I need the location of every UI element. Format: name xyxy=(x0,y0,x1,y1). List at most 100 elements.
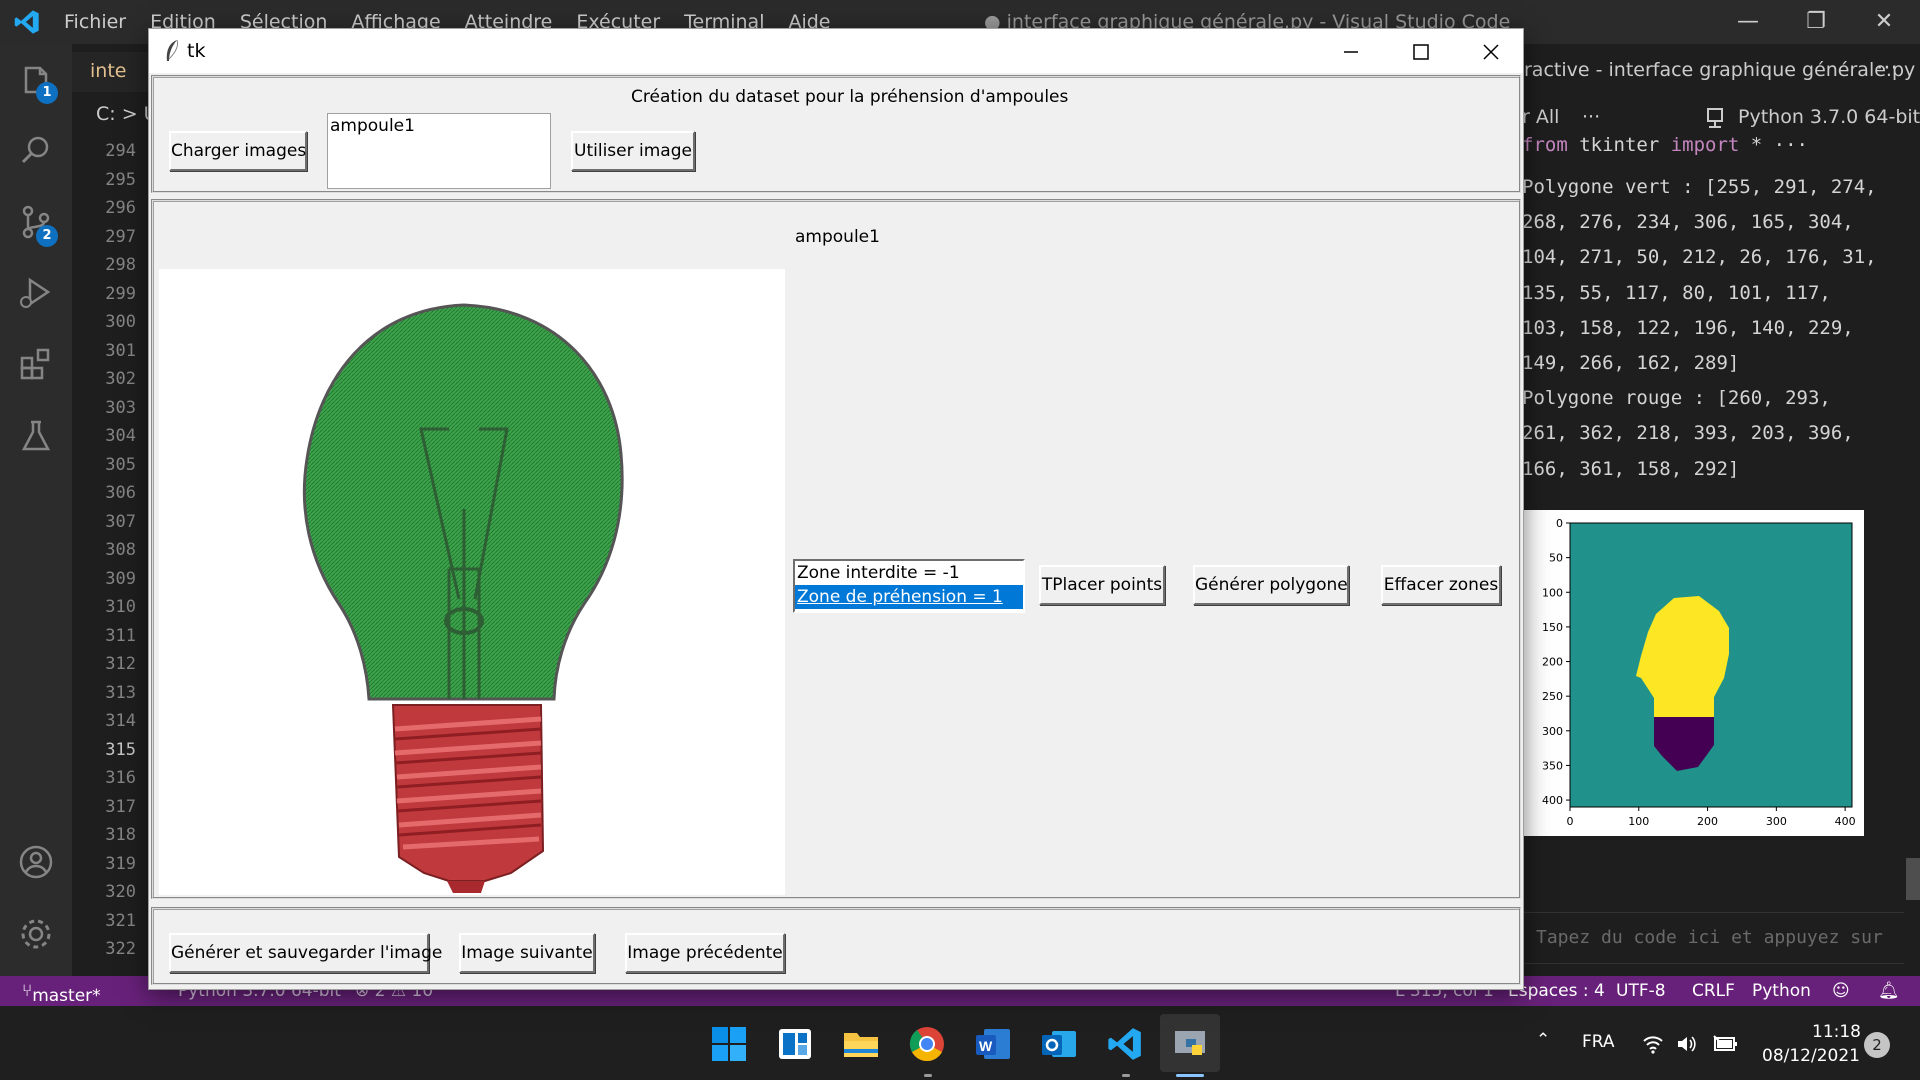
tk-minimize-icon[interactable] xyxy=(1329,37,1373,67)
line-number: 303 xyxy=(105,397,136,418)
zone-listbox[interactable]: Zone interdite = -1 Zone de préhension =… xyxy=(793,559,1025,613)
menu-fichier[interactable]: Fichier xyxy=(64,11,126,33)
encoding-status[interactable]: UTF-8 xyxy=(1616,981,1666,1001)
output-line: 103, 158, 122, 196, 140, 229, xyxy=(1522,316,1854,339)
y-tick-label: 250 xyxy=(1542,690,1563,703)
y-tick-label: 100 xyxy=(1542,586,1563,599)
zone-option-grasp[interactable]: Zone de préhension = 1 xyxy=(795,585,1023,609)
settings-gear-icon[interactable] xyxy=(16,914,56,954)
widgets-icon[interactable] xyxy=(776,1025,814,1063)
run-debug-icon[interactable] xyxy=(16,272,56,312)
output-line: 135, 55, 117, 80, 101, 117, xyxy=(1522,281,1831,304)
activity-bar: 1 2 xyxy=(0,44,72,976)
image-name-entry[interactable]: ampoule1 xyxy=(327,113,551,189)
zone-option-forbidden[interactable]: Zone interdite = -1 xyxy=(795,561,1023,585)
vscode-taskbar-icon[interactable] xyxy=(1106,1025,1144,1063)
output-line: 149, 266, 162, 289] xyxy=(1522,352,1740,374)
search-icon[interactable] xyxy=(16,130,56,170)
language-indicator[interactable]: FRA xyxy=(1582,1032,1615,1052)
tk-maximize-icon[interactable] xyxy=(1399,37,1443,67)
output-line: 261, 362, 218, 393, 203, 396, xyxy=(1522,422,1854,445)
image-canvas[interactable] xyxy=(159,269,785,895)
feedback-icon[interactable]: ☺ xyxy=(1832,981,1850,1001)
taskbar: W ⌃ FRA 11:18 08/12/2021 2 xyxy=(0,1006,1920,1080)
account-icon[interactable] xyxy=(16,842,56,882)
restore-icon[interactable]: ❐ xyxy=(1786,6,1846,38)
word-icon[interactable]: W xyxy=(974,1025,1012,1063)
input-placeholder: Tapez du code ici et appuyez sur xyxy=(1536,927,1883,948)
scrollbar-thumb[interactable] xyxy=(1906,858,1920,900)
kernel-icon xyxy=(1707,108,1723,128)
generate-polygon-button[interactable]: Générer polygone xyxy=(1193,565,1349,605)
line-number: 311 xyxy=(105,625,136,646)
line-number: 312 xyxy=(105,654,136,674)
python-tk-icon[interactable] xyxy=(1172,1025,1210,1063)
tk-title: tk xyxy=(187,40,206,62)
clock-time[interactable]: 11:18 xyxy=(1812,1022,1861,1042)
clear-zones-button[interactable]: Effacer zones xyxy=(1381,565,1501,605)
kernel-label[interactable]: Python 3.7.0 64-bit xyxy=(1738,106,1920,128)
editor-tab-label: inte xyxy=(90,60,127,82)
language-status[interactable]: Python xyxy=(1752,981,1811,1001)
extensions-icon[interactable] xyxy=(16,344,56,384)
notifications-bell-icon[interactable]: 🔔︎ xyxy=(1878,981,1900,1001)
volume-icon[interactable] xyxy=(1676,1034,1698,1054)
run-all-button[interactable]: r All xyxy=(1522,106,1559,128)
line-number: 322 xyxy=(105,939,136,959)
place-points-button[interactable]: TPlacer points xyxy=(1039,565,1165,605)
file-explorer-icon[interactable] xyxy=(842,1025,880,1063)
interactive-input-box[interactable]: Tapez du code ici et appuyez sur xyxy=(1524,912,1904,964)
next-image-button[interactable]: Image suivante xyxy=(459,933,595,973)
y-tick-label: 200 xyxy=(1542,656,1563,669)
line-number: 307 xyxy=(105,511,136,532)
bulb-image xyxy=(302,303,624,893)
output-line: 104, 271, 50, 212, 26, 176, 31, xyxy=(1522,246,1877,269)
line-number: 298 xyxy=(105,255,136,275)
outlook-icon[interactable] xyxy=(1040,1025,1078,1063)
y-tick-label: 300 xyxy=(1542,725,1563,738)
x-tick-label: 0 xyxy=(1567,815,1574,828)
previous-image-button[interactable]: Image précédente xyxy=(625,933,785,973)
use-image-button[interactable]: Utiliser image xyxy=(571,131,695,171)
notification-count-badge[interactable]: 2 xyxy=(1864,1032,1890,1058)
line-number: 313 xyxy=(105,682,136,703)
testing-icon[interactable] xyxy=(16,416,56,456)
x-tick-label: 100 xyxy=(1628,815,1649,828)
line-number: 297 xyxy=(105,226,136,247)
line-number: 295 xyxy=(105,169,136,190)
load-images-button[interactable]: Charger images xyxy=(169,131,307,171)
tk-titlebar[interactable]: tk xyxy=(149,29,1523,73)
generate-save-button[interactable]: Générer et sauvegarder l'image xyxy=(169,933,442,973)
toolbar-more-icon[interactable]: ··· xyxy=(1582,106,1600,128)
tk-close-icon[interactable] xyxy=(1469,37,1513,67)
line-number-gutter: 294 295 296 297 298 299 300 301 302 303 304 305 306 3… xyxy=(72,137,148,964)
tray-chevron-icon[interactable]: ⌃ xyxy=(1536,1030,1550,1050)
line-number: 300 xyxy=(105,312,136,332)
branch-status[interactable]: ⑂ master* xyxy=(22,981,101,1006)
line-number: 321 xyxy=(105,910,136,931)
code-module: tkinter xyxy=(1567,134,1671,156)
start-icon[interactable] xyxy=(710,1025,748,1063)
output-line: 166, 361, 158, 292] xyxy=(1522,457,1740,480)
line-number: 306 xyxy=(105,483,136,503)
line-number: 318 xyxy=(105,825,136,845)
battery-icon[interactable] xyxy=(1712,1034,1738,1054)
tk-feather-icon xyxy=(166,39,178,61)
y-tick-label: 400 xyxy=(1542,794,1563,807)
output-line: Polygone rouge : [260, 293, xyxy=(1522,387,1831,410)
line-number: 319 xyxy=(105,853,136,874)
code-cell[interactable]: from tkinter import * ··· xyxy=(1522,134,1808,156)
wifi-icon[interactable] xyxy=(1642,1034,1664,1054)
clock-date[interactable]: 08/12/2021 xyxy=(1762,1046,1860,1066)
interactive-tab-title[interactable]: ractive - interface graphique générale.p… xyxy=(1524,59,1915,81)
minimize-icon[interactable]: — xyxy=(1718,6,1778,38)
line-number: 315 xyxy=(105,739,136,760)
close-icon[interactable]: ✕ xyxy=(1854,6,1914,38)
eol-status[interactable]: CRLF xyxy=(1692,981,1735,1001)
branch-name: master* xyxy=(32,986,101,1006)
chrome-icon[interactable] xyxy=(908,1025,946,1063)
line-number: 305 xyxy=(105,454,136,475)
code-keyword-import: import xyxy=(1670,134,1740,156)
more-actions-icon[interactable]: ⋯ xyxy=(1876,55,1898,80)
editor-tab[interactable]: inte xyxy=(72,52,152,92)
